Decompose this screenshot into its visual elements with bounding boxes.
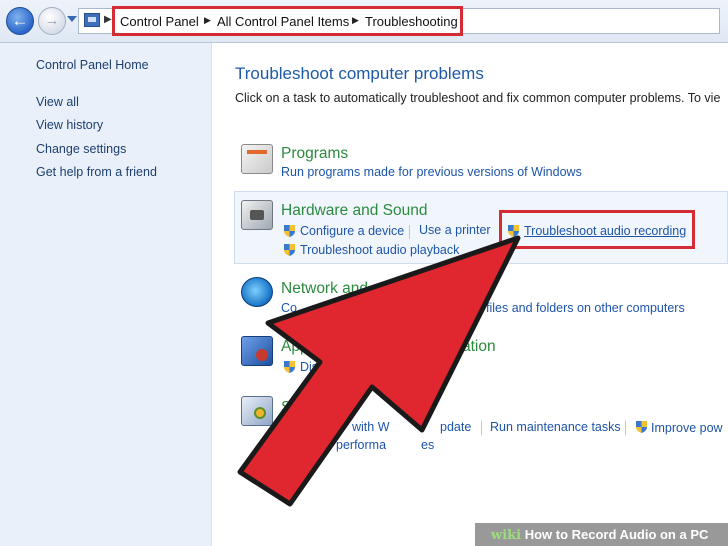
left-pane — [0, 43, 212, 546]
run-maintenance-link[interactable]: Run maintenance tasks — [490, 420, 621, 434]
performance-link-partial[interactable]: performa — [336, 438, 386, 452]
recent-pages-dropdown-icon[interactable] — [67, 16, 77, 22]
shield-icon — [284, 225, 295, 237]
forward-arrow-icon: → — [44, 12, 60, 29]
appearance-title[interactable]: Appe — [281, 338, 317, 356]
troubleshoot-audio-playback-link[interactable]: Troubleshoot audio playback — [300, 243, 459, 257]
run-old-programs-link[interactable]: Run programs made for previous versions … — [281, 165, 582, 179]
get-help-link[interactable]: Get help from a friend — [36, 165, 157, 179]
control-panel-icon — [84, 13, 100, 27]
page-subtitle: Click on a task to automatically trouble… — [235, 91, 721, 105]
page-title: Troubleshoot computer problems — [235, 64, 484, 83]
hardware-sound-title[interactable]: Hardware and Sound — [281, 202, 428, 220]
programs-icon — [241, 144, 273, 174]
red-arrow-icon — [237, 235, 521, 507]
control-panel-home-link[interactable]: Control Panel Home — [36, 58, 149, 72]
access-shared-files-link[interactable]: files and folders on other computers — [486, 301, 685, 315]
forward-button[interactable]: → — [38, 7, 66, 35]
network-icon — [241, 277, 273, 307]
audio-recording-highlight-box — [499, 210, 695, 249]
back-button[interactable]: ← — [6, 7, 34, 35]
system-security-title[interactable]: S — [281, 399, 291, 417]
display-link[interactable]: Display — [300, 360, 341, 374]
shield-icon — [284, 244, 295, 256]
link-divider — [625, 421, 626, 435]
breadcrumb-separator-icon[interactable]: ▶ — [104, 14, 112, 25]
back-arrow-icon: ← — [11, 11, 29, 30]
windows-update-link-partial[interactable]: with W — [352, 420, 390, 434]
watermark-wiki: wiki — [491, 528, 522, 543]
link-divider — [481, 421, 482, 435]
performance-link-tail[interactable]: es — [421, 438, 434, 452]
programs-title[interactable]: Programs — [281, 145, 348, 163]
windows-update-link-tail[interactable]: pdate — [440, 420, 471, 434]
system-security-icon — [241, 396, 273, 426]
watermark-title: How to Record Audio on a PC — [524, 527, 709, 542]
link-divider — [409, 225, 410, 239]
view-history-link[interactable]: View history — [36, 118, 103, 132]
network-link-partial[interactable]: Co — [281, 301, 297, 315]
configure-device-link[interactable]: Configure a device — [300, 224, 404, 238]
shield-icon — [284, 361, 295, 373]
network-title[interactable]: Network and — [281, 280, 368, 298]
hardware-sound-icon — [241, 200, 273, 230]
appearance-title-tail[interactable]: ation — [462, 338, 496, 356]
improve-power-link[interactable]: Improve pow — [651, 421, 723, 435]
appearance-icon — [241, 336, 273, 366]
view-all-link[interactable]: View all — [36, 95, 79, 109]
use-printer-link[interactable]: Use a printer — [419, 223, 491, 237]
watermark: wiki How to Record Audio on a PC — [491, 527, 708, 543]
shield-icon — [636, 421, 647, 433]
change-settings-link[interactable]: Change settings — [36, 142, 126, 156]
breadcrumb-highlight-box — [112, 6, 463, 36]
